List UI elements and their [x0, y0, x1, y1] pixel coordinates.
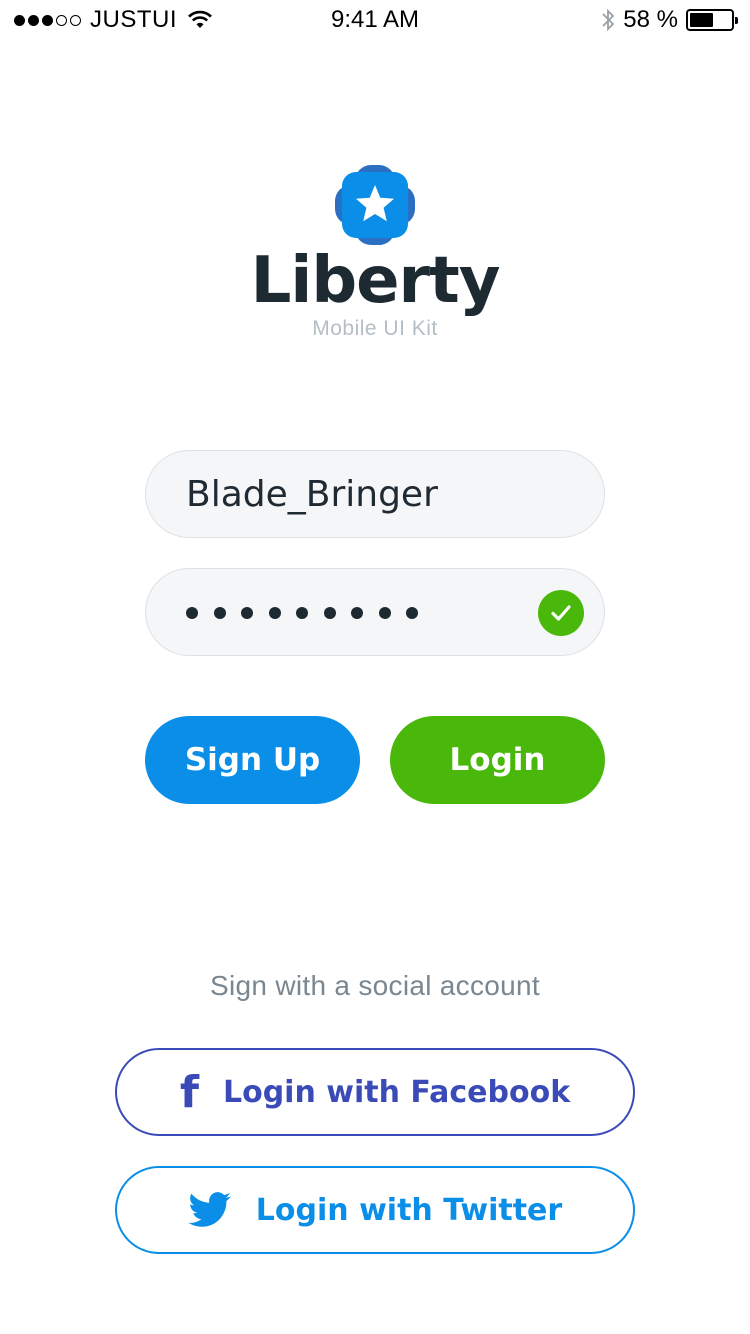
bluetooth-icon [602, 8, 615, 32]
status-right: 58 % [601, 6, 738, 34]
password-dot [296, 607, 308, 619]
brand-tagline: Mobile UI Kit [312, 317, 438, 340]
sign-up-button[interactable]: Sign Up [145, 716, 360, 804]
check-icon [538, 590, 584, 636]
battery-percentage: 58 % [623, 6, 678, 33]
social-heading: Sign with a social account [210, 970, 540, 1001]
brand-name: Liberty [250, 244, 501, 318]
facebook-icon: f [179, 1067, 199, 1118]
password-dot [241, 607, 253, 619]
star-badge-icon [335, 165, 415, 245]
twitter-button-label: Login with Twitter [255, 1192, 563, 1228]
password-dot [378, 607, 391, 619]
password-dot [186, 607, 198, 619]
login-button[interactable]: Login [390, 716, 605, 804]
password-dot [351, 607, 363, 619]
facebook-button-label: Login with Facebook [222, 1074, 571, 1110]
password-dot [268, 607, 281, 619]
username-value: Blade_Bringer [186, 474, 438, 515]
status-bar: JUSTUI 9:41 AM 58 % [0, 0, 750, 40]
battery-icon [686, 9, 738, 31]
login-with-twitter-button[interactable]: Login with Twitter [115, 1166, 635, 1254]
password-dot [406, 607, 418, 619]
password-mask [186, 569, 418, 657]
twitter-icon [188, 1192, 231, 1227]
password-dot [213, 607, 226, 619]
login-with-facebook-button[interactable]: f Login with Facebook [115, 1048, 635, 1136]
username-field[interactable]: Blade_Bringer [145, 450, 605, 538]
battery-level [690, 13, 714, 27]
password-dot [323, 607, 336, 619]
password-field[interactable] [145, 568, 605, 656]
